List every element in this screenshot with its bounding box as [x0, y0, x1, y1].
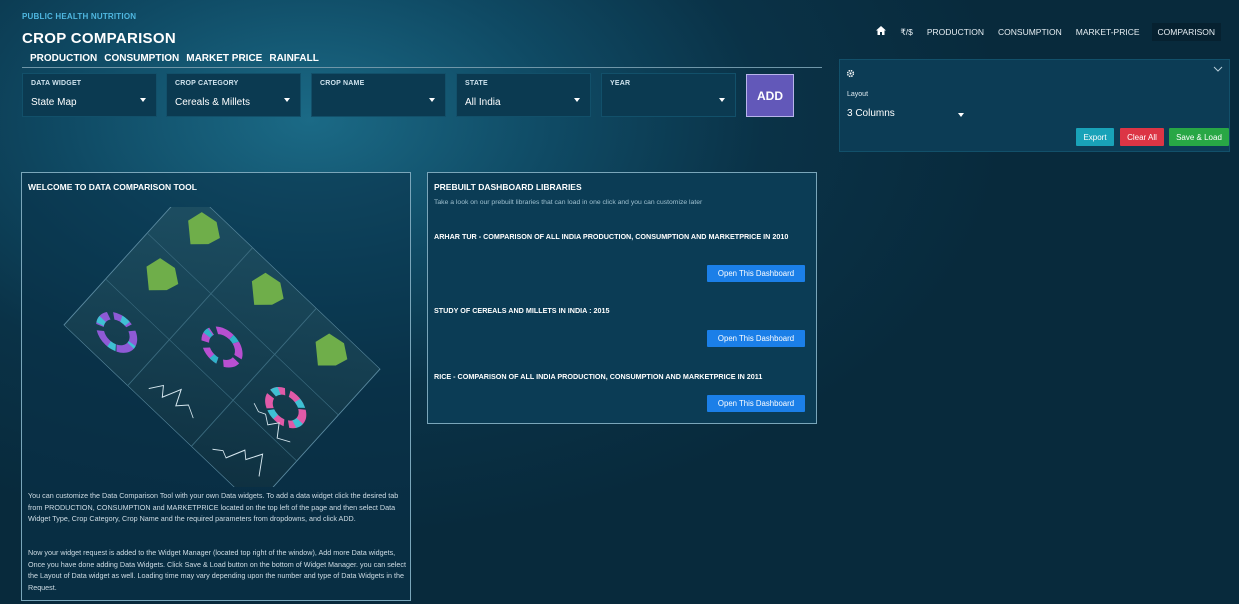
top-navigation: ₹/$ PRODUCTION CONSUMPTION MARKET-PRICE …	[874, 22, 1221, 42]
widget-manager: Layout 3 Columns Export Clear All Save &…	[839, 59, 1230, 152]
layout-label: Layout	[847, 91, 869, 98]
caret-down-icon	[140, 98, 146, 102]
state-label: STATE	[465, 80, 488, 87]
prebuilt-libraries-panel: PREBUILT DASHBOARD LIBRARIES Take a look…	[427, 172, 817, 424]
data-widget-value: State Map	[31, 97, 77, 108]
data-widget-label: DATA WIDGET	[31, 80, 82, 87]
prebuilt-description: Take a look on our prebuilt libraries th…	[434, 199, 703, 206]
caret-down-icon	[574, 98, 580, 102]
dashboard-preview-illustration	[63, 207, 381, 487]
brand-subtitle: PUBLIC HEALTH NUTRITION	[22, 12, 137, 21]
currency-toggle[interactable]: ₹/$	[898, 23, 915, 42]
caret-down-icon	[284, 98, 290, 102]
open-dashboard-button[interactable]: Open This Dashboard	[707, 330, 805, 347]
caret-down-icon	[429, 98, 435, 102]
welcome-paragraph-2: Now your widget request is added to the …	[28, 548, 406, 592]
year-select[interactable]: YEAR	[601, 73, 736, 117]
subnav-market-price[interactable]: MARKET PRICE	[186, 53, 262, 64]
nav-consumption[interactable]: CONSUMPTION	[996, 23, 1064, 41]
chevron-down-icon[interactable]	[1213, 64, 1223, 75]
add-button[interactable]: ADD	[746, 74, 794, 117]
welcome-title: WELCOME TO DATA COMPARISON TOOL	[28, 182, 197, 192]
data-widget-select[interactable]: DATA WIDGET State Map	[22, 73, 157, 117]
export-button[interactable]: Export	[1076, 128, 1114, 146]
home-icon[interactable]	[874, 22, 888, 42]
crop-category-select[interactable]: CROP CATEGORY Cereals & Millets	[166, 73, 301, 117]
crop-category-label: CROP CATEGORY	[175, 80, 239, 87]
caret-down-icon	[719, 98, 725, 102]
prebuilt-title: PREBUILT DASHBOARD LIBRARIES	[434, 182, 582, 192]
state-value: All India	[465, 97, 501, 108]
welcome-panel: WELCOME TO DATA COMPARISON TOOL You can …	[21, 172, 411, 601]
dashboard-title: STUDY OF CEREALS AND MILLETS IN INDIA : …	[434, 306, 610, 315]
dashboard-title: RICE - COMPARISON OF ALL INDIA PRODUCTIO…	[434, 372, 763, 381]
welcome-paragraph-1: You can customize the Data Comparison To…	[28, 491, 399, 523]
caret-down-icon[interactable]	[958, 113, 964, 117]
layout-select[interactable]: 3 Columns	[847, 108, 895, 119]
gear-icon[interactable]	[846, 69, 855, 80]
crop-name-label: CROP NAME	[320, 80, 365, 87]
sub-navigation: PRODUCTION CONSUMPTION MARKET PRICE RAIN…	[30, 53, 319, 64]
subnav-rainfall[interactable]: RAINFALL	[269, 53, 318, 64]
nav-comparison[interactable]: COMPARISON	[1151, 23, 1221, 41]
crop-name-select[interactable]: CROP NAME	[311, 73, 446, 117]
subnav-consumption[interactable]: CONSUMPTION	[104, 53, 179, 64]
dashboard-title: ARHAR TUR - COMPARISON OF ALL INDIA PROD…	[434, 232, 789, 241]
page-title: CROP COMPARISON	[22, 30, 176, 47]
open-dashboard-button[interactable]: Open This Dashboard	[707, 265, 805, 282]
nav-production[interactable]: PRODUCTION	[925, 23, 986, 41]
crop-category-value: Cereals & Millets	[175, 97, 251, 108]
subnav-divider	[22, 67, 822, 68]
year-label: YEAR	[610, 80, 631, 87]
nav-market-price[interactable]: MARKET-PRICE	[1074, 23, 1142, 41]
save-load-button[interactable]: Save & Load	[1169, 128, 1229, 146]
clear-all-button[interactable]: Clear All	[1120, 128, 1164, 146]
state-select[interactable]: STATE All India	[456, 73, 591, 117]
subnav-production[interactable]: PRODUCTION	[30, 53, 97, 64]
open-dashboard-button[interactable]: Open This Dashboard	[707, 395, 805, 412]
